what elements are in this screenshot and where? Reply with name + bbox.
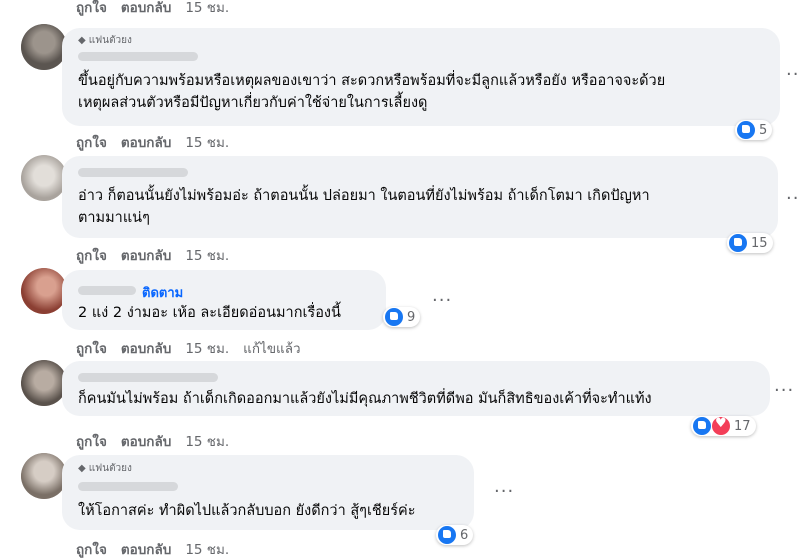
timestamp[interactable]: 15 ชม. bbox=[185, 430, 229, 452]
like-icon bbox=[384, 307, 404, 327]
like-link[interactable]: ถูกใจ bbox=[76, 131, 107, 153]
comment-bubble: ติดตาม 2 แง่ 2 ง่ามอะ เห้อ ละเอียดอ่อนมา… bbox=[62, 270, 386, 330]
comment-actions: ถูกใจ ตอบกลับ 15 ชม. bbox=[76, 244, 229, 266]
timestamp[interactable]: 15 ชม. bbox=[185, 538, 229, 560]
love-icon bbox=[711, 416, 731, 436]
author-name[interactable] bbox=[78, 482, 178, 491]
like-icon bbox=[437, 525, 457, 545]
author-name[interactable] bbox=[78, 286, 136, 295]
like-link[interactable]: ถูกใจ bbox=[76, 538, 107, 560]
reply-link[interactable]: ตอบกลับ bbox=[121, 0, 171, 18]
reply-link[interactable]: ตอบกลับ bbox=[121, 244, 171, 266]
like-link[interactable]: ถูกใจ bbox=[76, 337, 107, 359]
diamond-icon: ◆ bbox=[78, 35, 86, 46]
reaction-count: 17 bbox=[734, 418, 751, 434]
more-options-button[interactable]: ··· bbox=[494, 481, 514, 502]
comment-bubble: ก็คนมันไม่พร้อม ถ้าเด็กเกิดออกมาแล้วยังไ… bbox=[62, 361, 770, 416]
reaction-summary[interactable]: 15 bbox=[727, 233, 773, 253]
reply-link[interactable]: ตอบกลับ bbox=[121, 430, 171, 452]
reply-link[interactable]: ตอบกลับ bbox=[121, 538, 171, 560]
avatar[interactable] bbox=[21, 24, 67, 70]
reaction-summary[interactable]: 9 bbox=[383, 307, 421, 327]
reaction-count: 5 bbox=[759, 122, 768, 138]
comment-text-line: ขึ้นอยู่กับความพร้อมหรือเหตุผลของเขาว่า … bbox=[78, 73, 666, 89]
comment-actions: ถูกใจ ตอบกลับ 15 ชม. bbox=[76, 430, 229, 452]
avatar[interactable] bbox=[21, 360, 67, 406]
comment-text-line: ตามมาแน่ๆ bbox=[78, 210, 150, 226]
more-options-button[interactable]: ··· bbox=[786, 64, 800, 85]
reaction-summary[interactable]: 17 bbox=[691, 416, 756, 436]
reaction-summary[interactable]: 6 bbox=[436, 525, 474, 545]
comment-bubble: ◆ แฟนตัวยง ให้โอกาสค่ะ ทำผิดไปแล้วกลับบอ… bbox=[62, 455, 474, 530]
timestamp[interactable]: 15 ชม. bbox=[185, 244, 229, 266]
like-icon bbox=[736, 120, 756, 140]
comment-text-line: ก็คนมันไม่พร้อม ถ้าเด็กเกิดออกมาแล้วยังไ… bbox=[78, 391, 652, 407]
avatar[interactable] bbox=[21, 155, 67, 201]
comment-actions: ถูกใจ ตอบกลับ 15 ชม. bbox=[76, 0, 229, 18]
comment-actions: ถูกใจ ตอบกลับ 15 ชม. bbox=[76, 131, 229, 153]
comment-text-line: 2 แง่ 2 ง่ามอะ เห้อ ละเอียดอ่อนมากเรื่อง… bbox=[78, 305, 341, 321]
comment-actions: ถูกใจ ตอบกลับ 15 ชม. bbox=[76, 538, 229, 560]
reaction-count: 9 bbox=[407, 309, 416, 325]
comment-text-line: อ่าว ก็ตอนนั้นยังไม่พร้อมอ่ะ ถ้าตอนนั้น … bbox=[78, 188, 650, 204]
edited-label[interactable]: แก้ไขแล้ว bbox=[243, 337, 300, 359]
reaction-count: 6 bbox=[460, 527, 469, 543]
comment-text-line: เหตุผลส่วนตัวหรือมีปัญหาเกี่ยวกับค่าใช้จ… bbox=[78, 95, 428, 111]
like-link[interactable]: ถูกใจ bbox=[76, 244, 107, 266]
fan-badge: ◆ แฟนตัวยง bbox=[78, 461, 132, 476]
comment-text-line: ให้โอกาสค่ะ ทำผิดไปแล้วกลับบอก ยังดีกว่า… bbox=[78, 503, 416, 519]
comment-bubble: ◆ แฟนตัวยง ขึ้นอยู่กับความพร้อมหรือเหตุผ… bbox=[62, 28, 780, 126]
diamond-icon: ◆ bbox=[78, 463, 86, 474]
timestamp[interactable]: 15 ชม. bbox=[185, 0, 229, 18]
follow-link[interactable]: ติดตาม bbox=[142, 282, 183, 303]
like-link[interactable]: ถูกใจ bbox=[76, 0, 107, 18]
badge-label: แฟนตัวยง bbox=[88, 35, 132, 46]
like-icon bbox=[692, 416, 712, 436]
more-options-button[interactable]: ··· bbox=[786, 188, 800, 209]
reply-link[interactable]: ตอบกลับ bbox=[121, 131, 171, 153]
author-name[interactable] bbox=[78, 52, 198, 61]
author-name[interactable] bbox=[78, 168, 188, 177]
more-options-button[interactable]: ··· bbox=[774, 380, 794, 401]
fan-badge: ◆ แฟนตัวยง bbox=[78, 33, 132, 48]
avatar[interactable] bbox=[21, 268, 67, 314]
badge-label: แฟนตัวยง bbox=[88, 463, 132, 474]
timestamp[interactable]: 15 ชม. bbox=[185, 131, 229, 153]
reply-link[interactable]: ตอบกลับ bbox=[121, 337, 171, 359]
comment-bubble: อ่าว ก็ตอนนั้นยังไม่พร้อมอ่ะ ถ้าตอนนั้น … bbox=[62, 156, 778, 238]
avatar[interactable] bbox=[21, 453, 67, 499]
reaction-summary[interactable]: 5 bbox=[735, 120, 773, 140]
like-link[interactable]: ถูกใจ bbox=[76, 430, 107, 452]
more-options-button[interactable]: ··· bbox=[432, 290, 452, 311]
reaction-count: 15 bbox=[751, 235, 768, 251]
comment-actions: ถูกใจ ตอบกลับ 15 ชม. แก้ไขแล้ว bbox=[76, 337, 301, 359]
author-name[interactable] bbox=[78, 373, 218, 382]
timestamp[interactable]: 15 ชม. bbox=[185, 337, 229, 359]
like-icon bbox=[728, 233, 748, 253]
